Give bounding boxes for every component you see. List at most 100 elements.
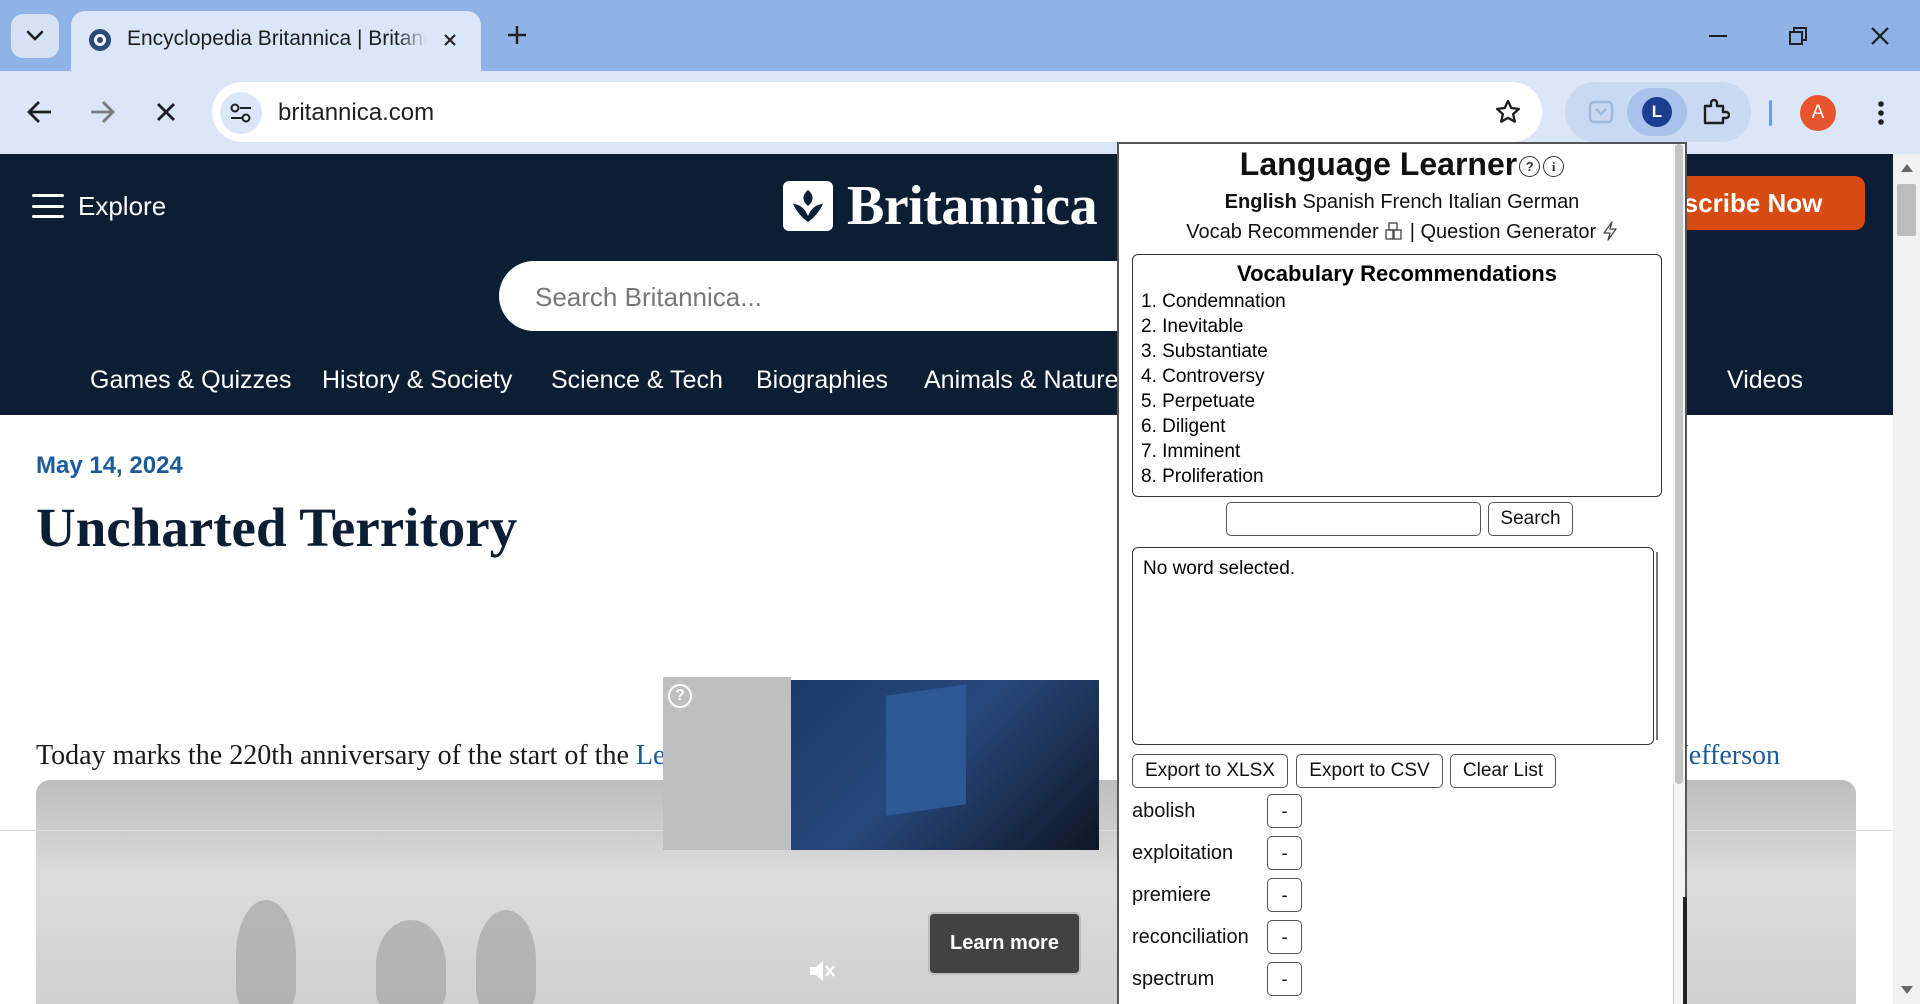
address-bar[interactable]: britannica.com: [212, 82, 1542, 142]
saved-word[interactable]: abolish: [1132, 800, 1195, 823]
language-option-spanish[interactable]: Spanish: [1302, 191, 1374, 213]
browser-tab[interactable]: Encyclopedia Britannica | Britannica: [71, 11, 481, 71]
mode-separator: |: [1409, 221, 1415, 243]
back-button[interactable]: [20, 92, 60, 132]
remove-word-button[interactable]: -: [1267, 878, 1302, 912]
nav-history-society[interactable]: History & Society: [322, 366, 512, 395]
bookmark-button[interactable]: [1492, 96, 1524, 128]
close-icon: [1871, 27, 1889, 45]
forward-button[interactable]: [82, 92, 122, 132]
new-tab-button[interactable]: [500, 18, 534, 52]
nav-science-tech[interactable]: Science & Tech: [551, 366, 723, 395]
vocab-item[interactable]: 1. Condemnation: [1141, 289, 1653, 314]
vocab-recommender-tab[interactable]: Vocab Recommender: [1186, 221, 1378, 243]
language-learner-popup: Language Learner ? i English Spanish Fre…: [1117, 142, 1687, 1004]
saved-word[interactable]: spectrum: [1132, 968, 1214, 991]
vocab-item[interactable]: 2. Inevitable: [1141, 314, 1653, 339]
ad-help-icon[interactable]: ?: [668, 684, 692, 708]
saved-word[interactable]: reconciliation: [1132, 926, 1249, 949]
profile-avatar[interactable]: A: [1800, 95, 1836, 131]
language-option-german[interactable]: German: [1507, 191, 1579, 213]
explore-menu-button[interactable]: Explore: [32, 186, 166, 226]
scroll-up-arrow[interactable]: [1901, 164, 1913, 172]
browser-menu-button[interactable]: [1866, 95, 1896, 131]
page-scrollbar[interactable]: [1893, 154, 1920, 1004]
export-xlsx-button[interactable]: Export to XLSX: [1132, 754, 1288, 788]
nav-biographies[interactable]: Biographies: [756, 366, 888, 395]
britannica-logo[interactable]: Britannica: [783, 174, 1098, 238]
nav-videos[interactable]: Videos: [1727, 366, 1803, 395]
vocab-item[interactable]: 7. Imminent: [1141, 439, 1653, 464]
extension-button-1[interactable]: [1571, 88, 1631, 136]
books-icon: [1385, 222, 1402, 240]
info-icon[interactable]: i: [1543, 156, 1565, 178]
chevron-down-icon: [26, 30, 44, 41]
hamburger-icon: [32, 194, 64, 218]
language-option-english[interactable]: English: [1225, 191, 1297, 213]
arrow-right-icon: [91, 101, 115, 123]
extensions-menu-button[interactable]: [1685, 88, 1745, 136]
vocab-item[interactable]: 4. Controversy: [1141, 364, 1653, 389]
close-icon: [157, 103, 175, 121]
mode-selector: Vocab Recommender | Question Generator: [1119, 221, 1685, 244]
vocab-item[interactable]: 5. Perpetuate: [1141, 389, 1653, 414]
learn-more-button[interactable]: Learn more: [928, 912, 1081, 975]
remove-word-button[interactable]: -: [1267, 794, 1302, 828]
vocab-item[interactable]: 6. Diligent: [1141, 414, 1653, 439]
remove-word-button[interactable]: -: [1267, 920, 1302, 954]
britannica-favicon-icon: [89, 29, 111, 51]
saved-word[interactable]: exploitation: [1132, 842, 1233, 865]
tab-search-button[interactable]: [11, 14, 59, 58]
question-generator-tab[interactable]: Question Generator: [1421, 221, 1597, 243]
vocab-heading: Vocabulary Recommendations: [1237, 261, 1557, 286]
clear-list-button[interactable]: Clear List: [1450, 754, 1556, 788]
scroll-thumb[interactable]: [1897, 184, 1916, 236]
popup-scrollbar[interactable]: [1673, 144, 1685, 1004]
site-search-input[interactable]: Search Britannica...: [499, 261, 1219, 331]
vocab-item[interactable]: 3. Substantiate: [1141, 339, 1653, 364]
restore-button[interactable]: [1768, 14, 1828, 58]
scroll-down-arrow[interactable]: [1901, 986, 1913, 994]
vocab-item[interactable]: 8. Proliferation: [1141, 464, 1653, 489]
muted-speaker-icon[interactable]: [807, 956, 837, 986]
tab-close-button[interactable]: [437, 27, 463, 53]
article-text: Today marks the 220th anniversary of the…: [36, 740, 636, 771]
language-option-french[interactable]: French: [1380, 191, 1442, 213]
site-info-button[interactable]: [220, 92, 262, 134]
plus-icon: [508, 26, 526, 44]
close-window-button[interactable]: [1850, 14, 1910, 58]
saved-word[interactable]: premiere: [1132, 884, 1211, 907]
language-selector: English Spanish French Italian German: [1119, 191, 1685, 214]
remove-word-button[interactable]: -: [1267, 962, 1302, 996]
toolbar-divider: [1769, 100, 1772, 126]
stop-loading-button[interactable]: [146, 92, 186, 132]
extensions-group: L: [1565, 82, 1751, 142]
language-learner-icon: L: [1642, 97, 1672, 127]
minimize-button[interactable]: [1688, 14, 1748, 58]
vocab-list: 1. Condemnation 2. Inevitable 3. Substan…: [1141, 289, 1653, 489]
more-vertical-icon: [1878, 101, 1884, 125]
word-search-input[interactable]: [1226, 502, 1481, 536]
thistle-emblem-icon: [783, 181, 833, 231]
ad-video[interactable]: [791, 680, 1099, 850]
definition-scrollbar[interactable]: [1656, 552, 1658, 740]
popup-edge: [1683, 897, 1687, 1004]
language-learner-extension-button[interactable]: L: [1627, 88, 1687, 136]
popup-title-row: Language Learner ? i: [1119, 146, 1685, 183]
remove-word-button[interactable]: -: [1267, 836, 1302, 870]
extension-badge-text: L: [1651, 102, 1663, 121]
minimize-icon: [1709, 35, 1727, 37]
search-placeholder: Search Britannica...: [535, 282, 762, 312]
popup-scroll-thumb[interactable]: [1675, 144, 1683, 784]
language-option-italian[interactable]: Italian: [1448, 191, 1501, 213]
word-search-button[interactable]: Search: [1488, 502, 1573, 536]
help-icon[interactable]: ?: [1519, 156, 1541, 178]
arrow-left-icon: [27, 101, 51, 123]
nav-animals-nature[interactable]: Animals & Nature: [924, 366, 1119, 395]
definition-box: No word selected.: [1132, 547, 1654, 745]
popup-title: Language Learner: [1239, 146, 1518, 182]
learn-more-label: Learn more: [950, 932, 1059, 954]
export-csv-button[interactable]: Export to CSV: [1296, 754, 1443, 788]
nav-games-quizzes[interactable]: Games & Quizzes: [90, 366, 291, 395]
definition-text: No word selected.: [1143, 558, 1296, 579]
